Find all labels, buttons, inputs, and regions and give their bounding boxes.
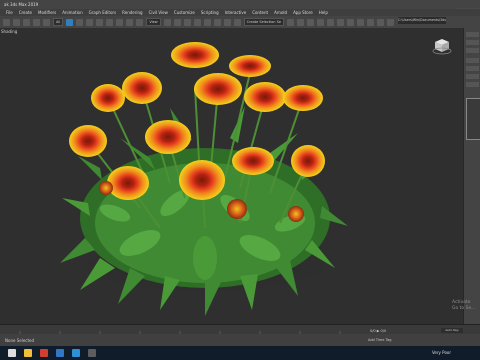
align-icon[interactable] bbox=[297, 18, 305, 26]
flower-bud-2 bbox=[288, 206, 304, 222]
frame-counter: 0/0 ▶ 0/0 bbox=[370, 329, 387, 333]
keyboard-shortcut-icon[interactable] bbox=[183, 18, 191, 26]
command-panel bbox=[463, 28, 480, 324]
menu-arnold[interactable]: Arnold bbox=[274, 10, 287, 15]
command-panel-row[interactable] bbox=[466, 58, 479, 63]
rotate-icon[interactable] bbox=[116, 18, 124, 26]
weather-widget[interactable]: Very Poor bbox=[432, 350, 451, 355]
modifier-stack-box[interactable] bbox=[466, 98, 480, 140]
reference-coordinate-dropdown[interactable]: View bbox=[146, 18, 161, 26]
taskbar-app-icon[interactable] bbox=[88, 349, 96, 357]
flower-12 bbox=[179, 160, 225, 200]
spinner-snap-icon[interactable] bbox=[223, 18, 231, 26]
render-production-icon[interactable] bbox=[377, 18, 385, 26]
select-manipulate-icon[interactable] bbox=[173, 18, 181, 26]
redo-icon[interactable] bbox=[13, 18, 20, 26]
command-panel-row[interactable] bbox=[466, 74, 479, 79]
add-time-tag-button[interactable]: Add Time Tag bbox=[368, 338, 392, 342]
layer-explorer-icon[interactable] bbox=[307, 18, 315, 26]
windows-activation-watermark: Activate Go to Se... bbox=[452, 300, 476, 311]
menu-scripting[interactable]: Scripting bbox=[201, 10, 219, 15]
flower-7 bbox=[283, 85, 323, 111]
select-by-name-icon[interactable] bbox=[76, 18, 84, 26]
flower-5 bbox=[91, 84, 125, 112]
percent-snap-icon[interactable] bbox=[213, 18, 221, 26]
select-object-icon[interactable] bbox=[66, 18, 74, 26]
flower-bud-3 bbox=[99, 181, 113, 195]
app-title: ak 3ds Max 2019 bbox=[4, 2, 39, 7]
auto-key-button[interactable]: Auto Key bbox=[441, 328, 463, 333]
rendered-frame-window-icon[interactable] bbox=[367, 18, 375, 26]
render-iterative-icon[interactable] bbox=[387, 18, 395, 26]
flower-3 bbox=[194, 73, 242, 105]
mirror-icon[interactable] bbox=[287, 18, 295, 26]
command-panel-tab-create[interactable] bbox=[466, 32, 479, 37]
menu-bar: File Create Modifiers Animation Graph Ed… bbox=[0, 9, 480, 16]
ribbon-icon[interactable] bbox=[317, 18, 325, 26]
menu-rendering[interactable]: Rendering bbox=[122, 10, 142, 15]
flower-9 bbox=[69, 125, 107, 157]
command-panel-row[interactable] bbox=[466, 66, 479, 71]
curve-editor-icon[interactable] bbox=[327, 18, 335, 26]
flower-bush-render bbox=[60, 42, 348, 316]
menu-help[interactable]: Help bbox=[319, 10, 328, 15]
link-icon[interactable] bbox=[23, 18, 30, 26]
flower-1 bbox=[171, 42, 219, 68]
placement-icon[interactable] bbox=[136, 18, 144, 26]
pivot-center-icon[interactable] bbox=[163, 18, 171, 26]
menu-graph-editors[interactable]: Graph Editors bbox=[89, 10, 116, 15]
render-setup-icon[interactable] bbox=[357, 18, 365, 26]
schematic-view-icon[interactable] bbox=[337, 18, 345, 26]
flower-13 bbox=[107, 166, 149, 200]
rectangular-selection-icon[interactable] bbox=[86, 18, 94, 26]
edit-named-selection-icon[interactable] bbox=[233, 18, 241, 26]
opera-icon[interactable] bbox=[40, 349, 48, 357]
flower-bud-1 bbox=[227, 199, 247, 219]
flower-8 bbox=[145, 120, 191, 154]
photos-icon[interactable] bbox=[72, 349, 80, 357]
menu-interactive[interactable]: Interactive bbox=[225, 10, 247, 15]
menu-animation[interactable]: Animation bbox=[62, 10, 82, 15]
menu-create[interactable]: Create bbox=[19, 10, 32, 15]
menu-modifiers[interactable]: Modifiers bbox=[38, 10, 56, 15]
bind-space-warp-icon[interactable] bbox=[43, 18, 50, 26]
menu-customize[interactable]: Customize bbox=[174, 10, 195, 15]
command-panel-row[interactable] bbox=[466, 40, 479, 45]
selection-filter-dropdown[interactable]: All bbox=[53, 18, 64, 26]
scale-icon[interactable] bbox=[126, 18, 134, 26]
windows-taskbar bbox=[0, 346, 480, 360]
flower-11 bbox=[291, 145, 325, 177]
material-editor-icon[interactable] bbox=[347, 18, 355, 26]
command-panel-row[interactable] bbox=[466, 82, 479, 87]
project-path-field[interactable]: C:\Users\Win\Documents\3ds Max 2019 bbox=[398, 17, 446, 24]
named-selection-dropdown[interactable]: Create Selection Se bbox=[243, 18, 285, 26]
menu-app-store[interactable]: App Store bbox=[293, 10, 313, 15]
angle-snap-icon[interactable] bbox=[203, 18, 211, 26]
menu-content[interactable]: Content bbox=[252, 10, 268, 15]
window-crossing-icon[interactable] bbox=[96, 18, 104, 26]
unlink-icon[interactable] bbox=[33, 18, 40, 26]
windows-start-icon[interactable] bbox=[8, 349, 16, 357]
menu-civil-view[interactable]: Civil View bbox=[149, 10, 168, 15]
3ds-max-icon[interactable] bbox=[56, 349, 64, 357]
flower-6 bbox=[244, 82, 286, 112]
command-panel-row[interactable] bbox=[466, 48, 479, 53]
flower-10 bbox=[232, 147, 274, 175]
selection-status: None Selected bbox=[5, 337, 35, 343]
perspective-viewport[interactable]: Shading bbox=[0, 28, 463, 324]
status-bar: None Selected bbox=[0, 334, 480, 346]
move-icon[interactable] bbox=[106, 18, 114, 26]
snaps-toggle-icon[interactable] bbox=[193, 18, 201, 26]
viewcube-icon[interactable] bbox=[432, 36, 452, 56]
title-bar: ak 3ds Max 2019 bbox=[0, 0, 480, 9]
flower-2 bbox=[229, 55, 271, 77]
file-explorer-icon[interactable] bbox=[24, 349, 32, 357]
undo-icon[interactable] bbox=[3, 18, 10, 26]
flower-4 bbox=[122, 72, 162, 104]
menu-file[interactable]: File bbox=[6, 10, 13, 15]
